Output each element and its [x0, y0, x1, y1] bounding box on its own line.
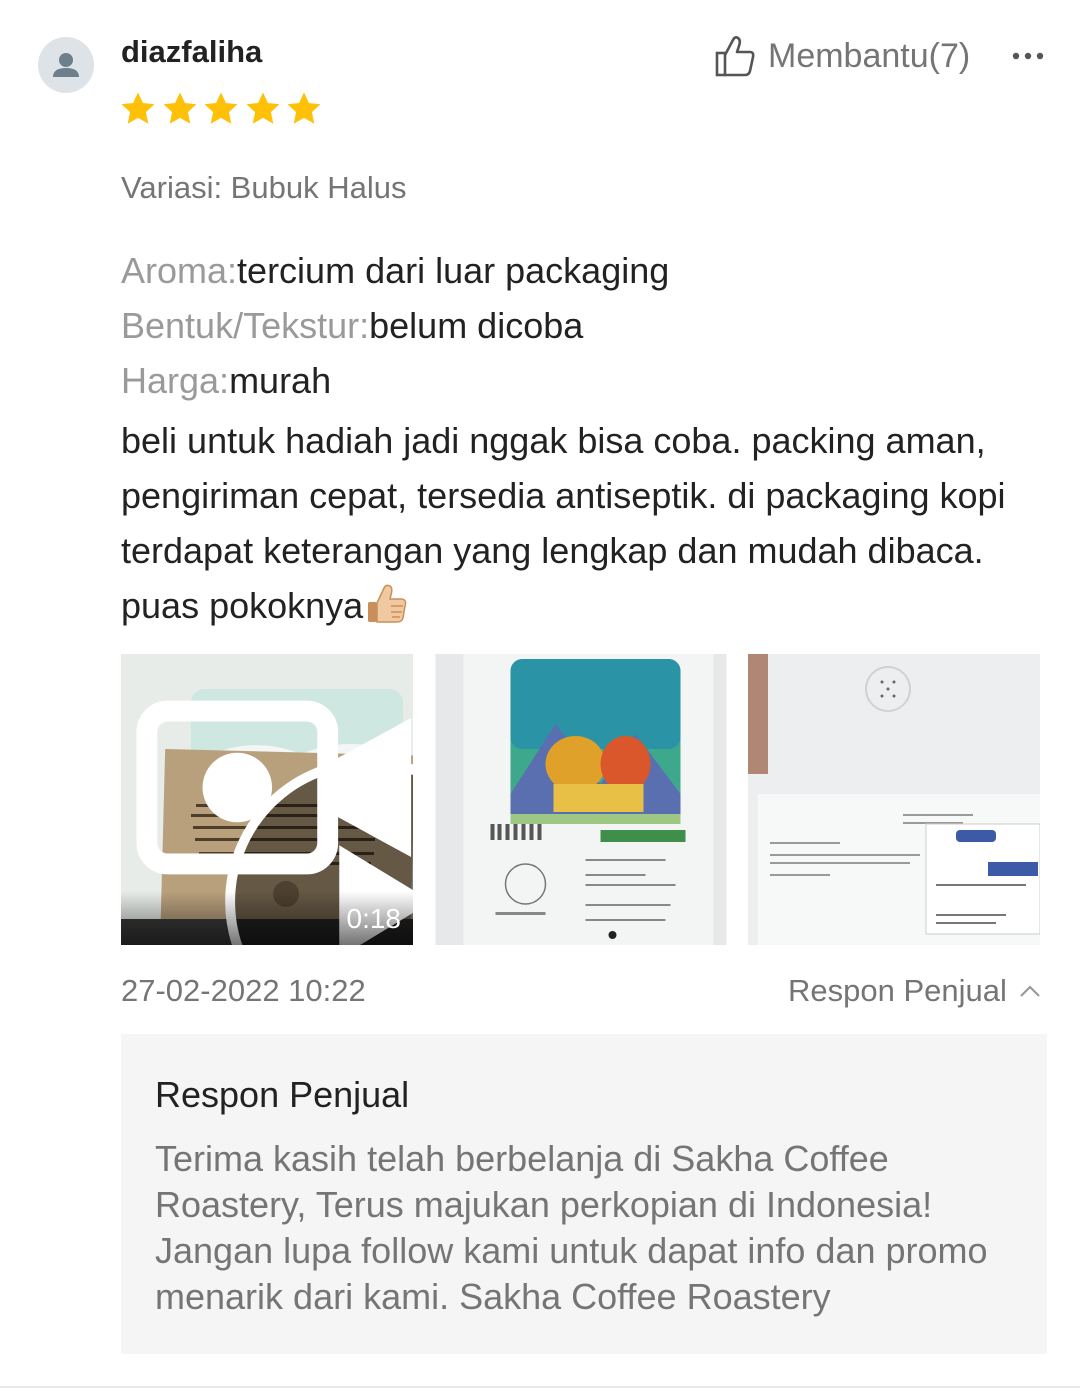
- variant-label: Variasi: Bubuk Halus: [121, 170, 407, 205]
- video-camera-icon: [136, 700, 412, 875]
- user-avatar-icon: [38, 37, 94, 93]
- attribute-label: Aroma:: [121, 250, 238, 291]
- review-text-block: beli untuk hadiah jadi nggak bisa coba. …: [121, 413, 1021, 633]
- thumbs-up-icon: [715, 36, 755, 77]
- review-timestamp: 27-02-2022 10:22: [121, 973, 366, 1008]
- attribute-value: murah: [229, 360, 332, 401]
- reviewer-username[interactable]: diazfaliha: [121, 34, 262, 70]
- attribute-label: Bentuk/Tekstur:: [121, 305, 370, 346]
- video-duration: 0:18: [346, 903, 402, 934]
- helpful-count-label: Membantu(7): [768, 36, 971, 75]
- review-image-thumbnail[interactable]: [748, 654, 1040, 945]
- attribute-label: Harga:: [121, 360, 230, 401]
- seller-response-toggle[interactable]: Respon Penjual: [788, 973, 1041, 1009]
- star-icon: [204, 92, 238, 124]
- attribute-row: Aroma:tercium dari luar packaging: [121, 243, 669, 298]
- divider: [0, 1386, 1080, 1388]
- review-attributes: Aroma:tercium dari luar packaging Bentuk…: [121, 243, 669, 408]
- more-options-button[interactable]: [1008, 36, 1048, 76]
- seller-response-toggle-label: Respon Penjual: [788, 973, 1007, 1008]
- attribute-row: Harga:murah: [121, 353, 669, 408]
- attribute-value: belum dicoba: [369, 305, 584, 346]
- thumbs-up-emoji: [368, 584, 407, 623]
- review-image-thumbnail[interactable]: [435, 654, 727, 945]
- seller-response-text: Terima kasih telah berbelanja di Sakha C…: [155, 1138, 988, 1317]
- avatar[interactable]: [38, 37, 94, 93]
- package-contents-image: [748, 654, 1040, 945]
- star-icon: [121, 92, 155, 124]
- seller-response-title: Respon Penjual: [155, 1074, 410, 1115]
- star-rating: [119, 90, 327, 128]
- star-icon: [287, 92, 321, 124]
- star-icon: [246, 92, 279, 124]
- review-text: beli untuk hadiah jadi nggak bisa coba. …: [121, 420, 1006, 626]
- helpful-button[interactable]: Membantu(7): [714, 32, 970, 80]
- attribute-row: Bentuk/Tekstur:belum dicoba: [121, 298, 669, 353]
- chevron-up-icon: [1020, 985, 1040, 997]
- more-options-icon: [1012, 52, 1044, 60]
- attribute-value: tercium dari luar packaging: [237, 250, 670, 291]
- seller-response-box: Respon Penjual Terima kasih telah berbel…: [121, 1034, 1047, 1354]
- coffee-package-image: [435, 654, 727, 945]
- star-icon: [163, 92, 196, 124]
- review-video-thumbnail[interactable]: 0:18: [121, 654, 413, 945]
